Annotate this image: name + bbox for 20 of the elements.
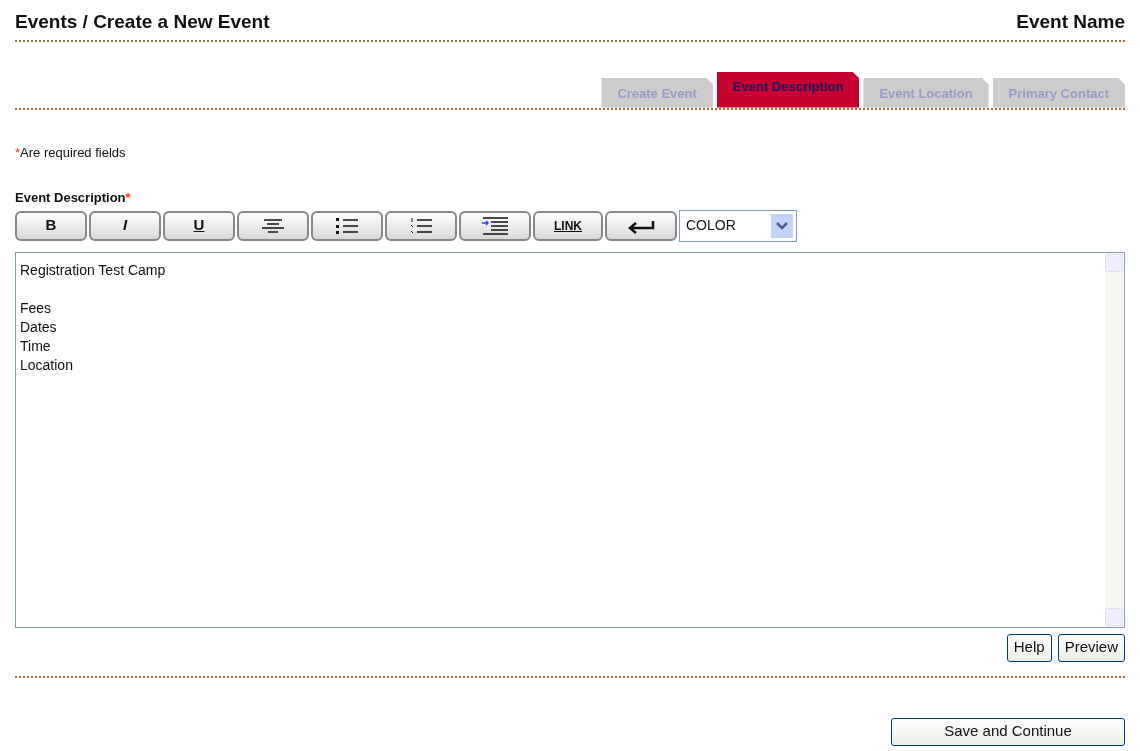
toolbar-button[interactable] bbox=[385, 210, 457, 241]
page-title: Events / Create a New Event bbox=[15, 10, 270, 34]
format-button[interactable]: B bbox=[15, 210, 87, 241]
save-and-continue-button[interactable]: Save and Continue bbox=[891, 717, 1125, 746]
color-select[interactable]: COLOR bbox=[679, 209, 797, 242]
indent-icon bbox=[480, 215, 510, 236]
required-fields-note: *Are required fields bbox=[15, 143, 127, 162]
editor-button[interactable]: Preview bbox=[1057, 633, 1125, 662]
description-editor[interactable]: Registration Test Camp Fees Dates Time Location bbox=[16, 252, 1124, 627]
editor-button[interactable]: Help bbox=[1006, 633, 1052, 662]
scrollbar[interactable] bbox=[1105, 253, 1123, 626]
toolbar-button[interactable] bbox=[605, 210, 677, 241]
format-button[interactable]: I bbox=[89, 210, 161, 241]
format-button[interactable]: U bbox=[163, 210, 235, 241]
link-button[interactable]: LINK bbox=[533, 210, 603, 241]
toolbar-button[interactable] bbox=[459, 210, 531, 241]
toolbar-button[interactable] bbox=[237, 210, 309, 241]
field-label: Event Description* bbox=[15, 189, 132, 207]
event-name-heading: Event Name bbox=[1016, 10, 1125, 34]
toolbar-button[interactable] bbox=[311, 210, 383, 241]
